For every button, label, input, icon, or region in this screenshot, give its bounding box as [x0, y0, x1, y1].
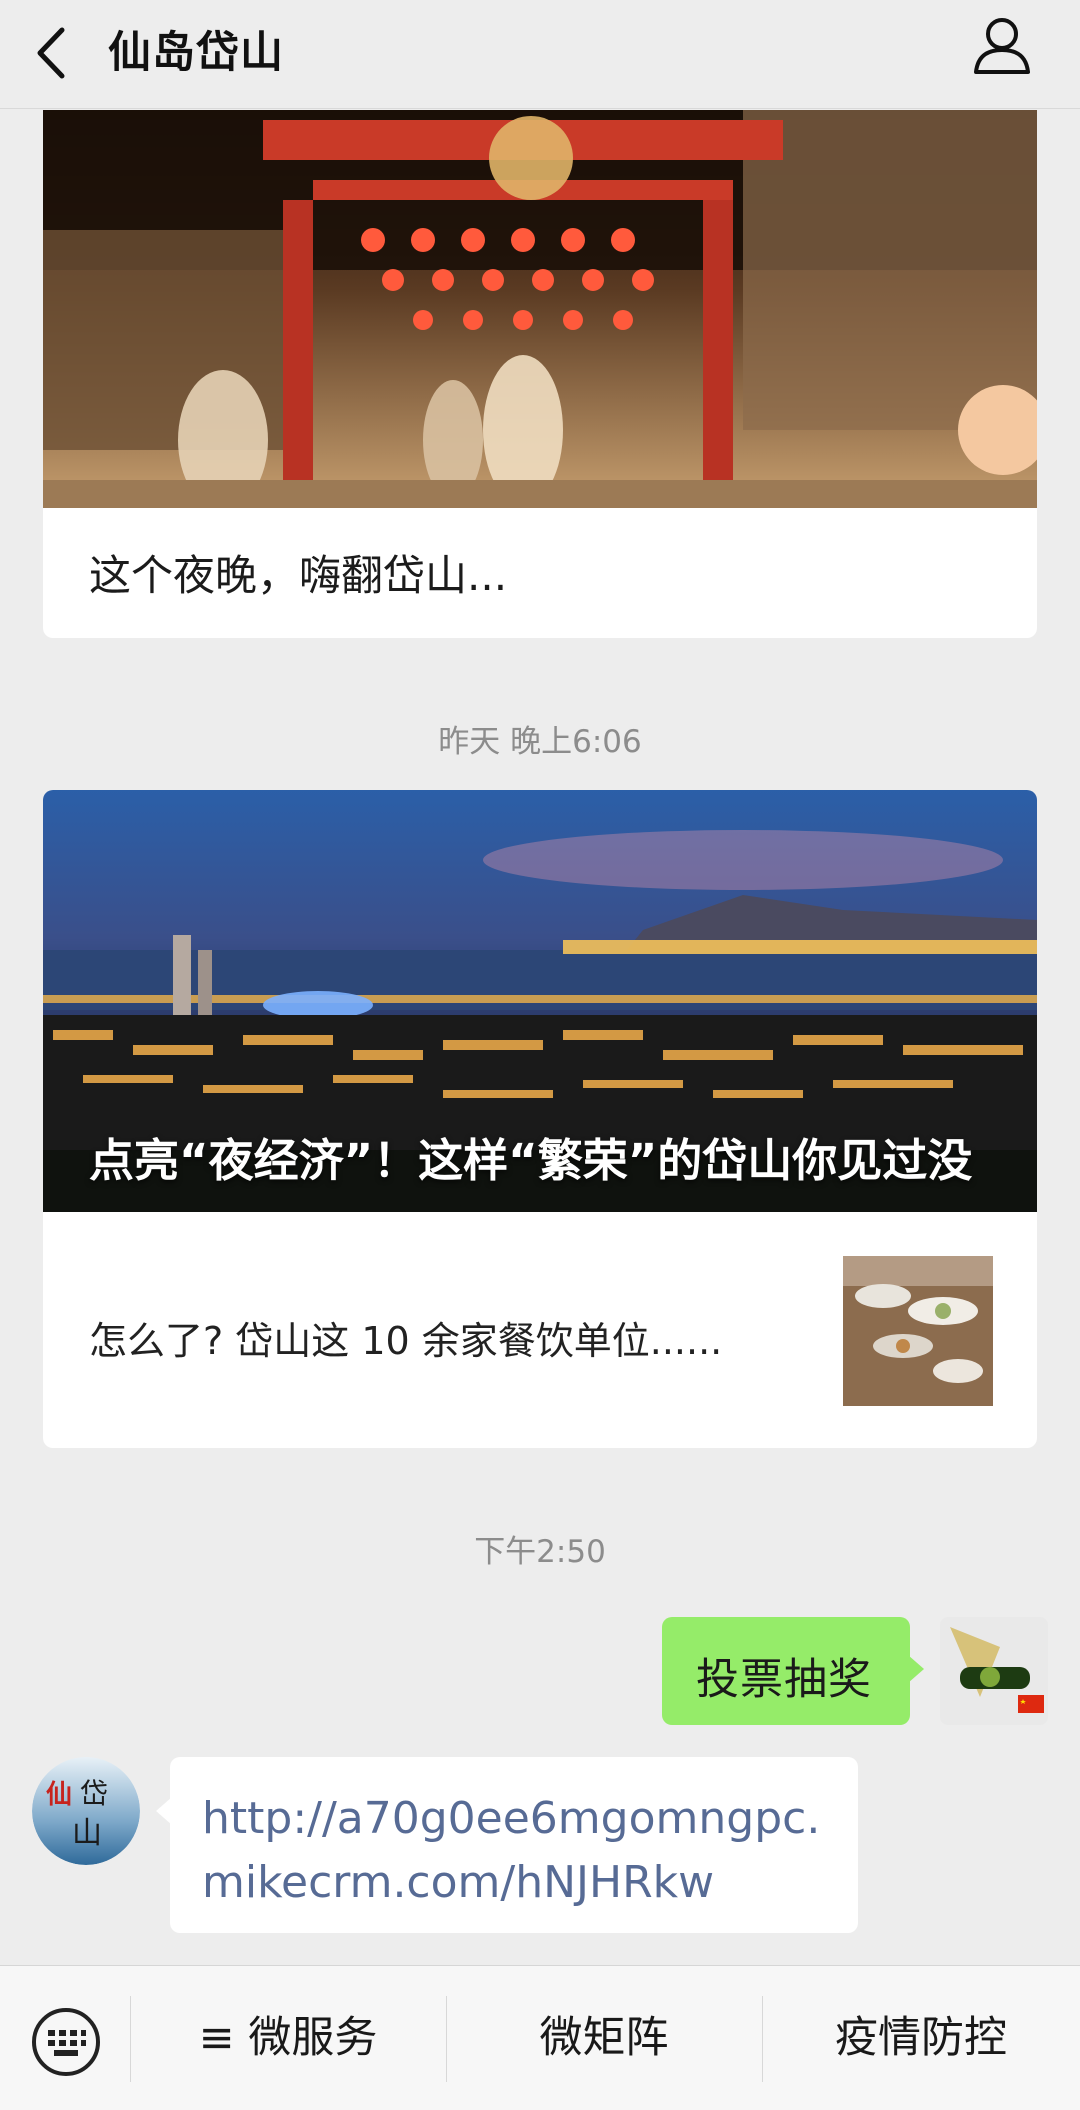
- keyboard-icon[interactable]: [30, 2006, 102, 2078]
- menu-item-services[interactable]: ≡ 微服务: [130, 1966, 446, 2110]
- food-thumbnail-image: [843, 1256, 993, 1406]
- bottom-menu-bar: ≡ 微服务 微矩阵 疫情防控: [0, 1965, 1080, 2110]
- user-avatar[interactable]: [940, 1617, 1048, 1725]
- night-street-lanterns-image: [43, 110, 1037, 508]
- menu-item-matrix[interactable]: 微矩阵: [446, 1966, 762, 2110]
- menu-item-epidemic-control[interactable]: 疫情防控: [762, 1966, 1080, 2110]
- timestamp: 昨天 晚上6:06: [438, 724, 642, 760]
- article-card-2[interactable]: 点亮“夜经济”！这样“繁荣”的岱山你见过没 怎么了? 岱山这 10 余家餐饮单位…: [43, 790, 1037, 1448]
- svg-text:岱: 岱: [80, 1777, 108, 1810]
- incoming-message-bubble[interactable]: http://a70g0ee6mgomngpc.mikecrm.com/hNJH…: [156, 1757, 858, 1933]
- article-card-1[interactable]: 这个夜晚，嗨翻岱山...: [43, 110, 1037, 638]
- article-sub-title: 怎么了? 岱山这 10 余家餐饮单位......: [89, 1319, 723, 1363]
- profile-icon[interactable]: [970, 14, 1034, 80]
- chat-title: 仙岛岱山: [108, 28, 284, 78]
- outgoing-message-text: 投票抽奖: [696, 1655, 872, 1705]
- timestamp: 下午2:50: [474, 1534, 606, 1570]
- message-link[interactable]: http://a70g0ee6mgomngpc.mikecrm.com/hNJH…: [202, 1787, 842, 1915]
- svg-text:山: 山: [72, 1816, 102, 1851]
- svg-text:仙: 仙: [46, 1780, 72, 1810]
- top-nav-bar: 仙岛岱山: [0, 0, 1080, 109]
- official-account-avatar[interactable]: 仙 岱 山: [32, 1757, 140, 1865]
- article-overlay-title: 点亮“夜经济”！这样“繁荣”的岱山你见过没: [89, 1134, 973, 1187]
- back-chevron-icon[interactable]: [32, 20, 72, 86]
- article-title: 这个夜晚，嗨翻岱山...: [89, 551, 508, 600]
- outgoing-message-bubble[interactable]: 投票抽奖: [662, 1617, 924, 1725]
